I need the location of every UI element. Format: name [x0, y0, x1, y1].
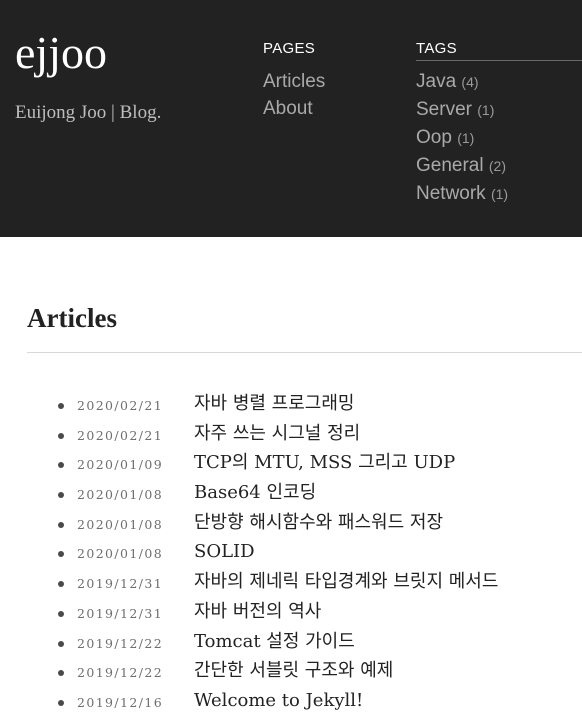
- tag-count: (1): [490, 186, 509, 202]
- bullet-icon: [58, 521, 64, 528]
- tag-item-java[interactable]: Java (4): [416, 68, 508, 96]
- bullet-icon: [58, 462, 64, 469]
- post-link[interactable]: 자바 버전의 역사: [194, 600, 321, 624]
- tags-nav: Java (4) Server (1) Oop (1) General (2) …: [416, 68, 508, 208]
- post-date: 2020/01/08: [77, 546, 164, 562]
- site-header: ejjoo Euijong Joo | Blog. PAGES Articles…: [0, 0, 582, 237]
- post-date: 2019/12/16: [77, 694, 164, 710]
- post-date: 2020/02/21: [77, 427, 164, 443]
- tag-count: (1): [457, 130, 475, 146]
- post-link[interactable]: 간단한 서블릿 구조와 예제: [194, 659, 393, 683]
- bullet-icon: [58, 551, 64, 558]
- bullet-icon: [58, 610, 64, 617]
- post-link[interactable]: 자바의 제네릭 타입경계와 브릿지 메서드: [194, 570, 498, 594]
- bullet-icon: [58, 492, 64, 499]
- bullet-icon: [58, 581, 64, 588]
- tags-heading: TAGS: [416, 40, 582, 61]
- post-date: 2020/01/09: [77, 457, 164, 473]
- tag-count: (4): [461, 74, 479, 90]
- post-link[interactable]: Base64 인코딩: [194, 481, 316, 505]
- tag-item-oop[interactable]: Oop (1): [416, 124, 508, 152]
- post-item: 2019/12/31 자바 버전의 역사: [0, 597, 582, 627]
- post-item: 2020/01/08 단방향 해시함수와 패스워드 저장: [0, 508, 582, 538]
- site-tagline: Euijong Joo | Blog.: [15, 102, 162, 123]
- post-link[interactable]: Welcome to Jekyll!: [194, 689, 363, 713]
- post-list: 2020/02/21 자바 병렬 프로그래밍 2020/02/21 자주 쓰는 시그…: [0, 389, 582, 716]
- post-item: 2020/01/08 SOLID: [0, 537, 582, 567]
- post-date: 2020/02/21: [77, 398, 164, 413]
- post-date: 2020/01/08: [77, 487, 164, 503]
- post-item: 2019/12/16 Welcome to Jekyll!: [0, 686, 582, 716]
- tag-item-network[interactable]: Network (1): [416, 180, 508, 208]
- pages-heading: PAGES: [263, 40, 316, 57]
- bullet-icon: [58, 432, 64, 439]
- nav-item-about[interactable]: About: [263, 95, 325, 122]
- post-date: 2019/12/22: [77, 665, 164, 681]
- post-link[interactable]: 자바 병렬 프로그래밍: [194, 392, 354, 416]
- bullet-icon: [58, 640, 64, 647]
- post-item: 2019/12/22 Tomcat 설정 가이드: [0, 627, 582, 657]
- tag-item-server[interactable]: Server (1): [416, 96, 508, 124]
- pages-nav: Articles About: [263, 68, 325, 122]
- nav-item-articles[interactable]: Articles: [263, 68, 325, 95]
- tag-link-network[interactable]: Network: [416, 183, 486, 204]
- post-date: 2020/01/08: [77, 516, 164, 532]
- tag-count: (2): [488, 158, 507, 174]
- post-date: 2019/12/22: [77, 635, 164, 651]
- post-item: 2019/12/22 간단한 서블릿 구조와 예제: [0, 656, 582, 686]
- nav-link-about[interactable]: About: [263, 98, 313, 119]
- title-divider: [27, 352, 582, 353]
- post-date: 2019/12/31: [77, 576, 164, 592]
- post-date: 2019/12/31: [77, 605, 164, 621]
- post-item: 2019/12/31 자바의 제네릭 타입경계와 브릿지 메서드: [0, 567, 582, 597]
- post-item: 2020/02/21 자주 쓰는 시그널 정리: [0, 419, 582, 449]
- post-link[interactable]: 자주 쓰는 시그널 정리: [194, 422, 360, 446]
- tag-link-general[interactable]: General: [416, 155, 484, 176]
- site-logo[interactable]: ejjoo: [15, 24, 107, 82]
- nav-link-articles[interactable]: Articles: [263, 71, 325, 92]
- post-item: 2020/01/08 Base64 인코딩: [0, 478, 582, 508]
- tag-count: (1): [477, 102, 495, 118]
- page-title: Articles: [27, 303, 117, 333]
- tag-link-oop[interactable]: Oop: [416, 127, 452, 148]
- bullet-icon: [58, 699, 64, 706]
- post-item: 2020/02/21 자바 병렬 프로그래밍: [0, 389, 582, 419]
- post-item: 2020/01/09 TCP의 MTU, MSS 그리고 UDP: [0, 448, 582, 478]
- post-link[interactable]: 단방향 해시함수와 패스워드 저장: [194, 511, 443, 535]
- post-link[interactable]: Tomcat 설정 가이드: [194, 630, 355, 654]
- post-link[interactable]: SOLID: [194, 540, 255, 564]
- tag-item-general[interactable]: General (2): [416, 152, 508, 180]
- tag-link-java[interactable]: Java: [416, 71, 456, 92]
- bullet-icon: [58, 670, 64, 677]
- bullet-icon: [58, 403, 64, 409]
- post-link[interactable]: TCP의 MTU, MSS 그리고 UDP: [194, 451, 455, 475]
- tag-link-server[interactable]: Server: [416, 99, 472, 120]
